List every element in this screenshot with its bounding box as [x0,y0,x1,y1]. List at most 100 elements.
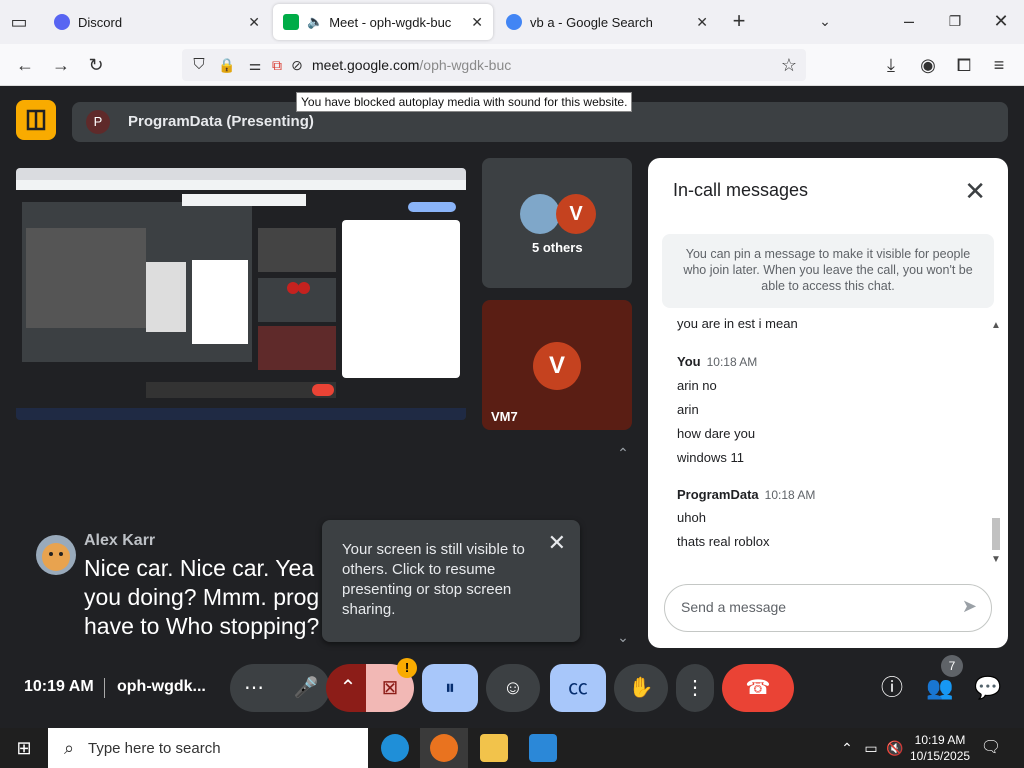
tab-label: Meet - oph-wgdk-buc [329,14,452,30]
tab-google-search[interactable]: vb a - Google Search ✕ [496,4,718,40]
url-text[interactable]: meet.google.com/oph-wgdk-buc [312,57,511,73]
scroll-thumb[interactable] [992,518,1000,550]
others-tile[interactable]: V 5 others [482,158,632,288]
lock-icon[interactable]: 🔒 [216,54,238,76]
camera-off-icon: ⊠ [381,677,399,699]
chevron-up-icon[interactable]: ⌃ [836,737,858,759]
others-label: 5 others [532,240,583,255]
app-icon[interactable] [529,734,557,762]
message-line: you are in est i mean [677,316,798,331]
permissions-icon[interactable]: ⚌ [244,54,266,76]
send-icon[interactable]: ➤ [962,596,977,617]
close-icon[interactable]: ✕ [964,176,986,207]
discord-icon [54,14,70,30]
back-icon[interactable]: ← [14,54,36,76]
browser-nav-bar: ← → ↻ ⛉ 🔒 ⚌ ⧉ ⊘ meet.google.com/oph-wgdk… [0,44,1024,86]
message-compose: ➤ [664,584,992,632]
more-audio-options-button[interactable]: ⋯ 🎤 [230,664,330,712]
leave-call-button[interactable]: ☎ [722,664,794,712]
forward-icon[interactable]: → [50,54,72,76]
emoji-icon: ☺ [502,677,524,699]
tab-label: Discord [78,14,123,30]
caption-speaker: Alex Karr [84,532,156,549]
shield-icon[interactable]: ⛉ [188,54,210,76]
account-icon[interactable]: ◉ [917,54,939,76]
more-options-button[interactable]: ⋮ [676,664,714,712]
active-app-indicator [420,728,468,768]
others-avatar-v: V [556,194,596,234]
tab-label: vb a - Google Search [530,14,653,30]
meeting-time: 10:19 AM [24,678,94,695]
tab-overview-icon[interactable]: ▭ [8,11,30,33]
meeting-info-icon[interactable]: ⓘ [878,674,906,702]
windows-start-icon[interactable]: ⊞ [13,737,35,759]
vm7-name: VM7 [491,409,518,424]
bookmark-star-icon[interactable]: ☆ [778,54,800,76]
screen-share-indicator-icon[interactable]: ⧉ [266,54,288,76]
search-icon: ⌕ [63,738,75,758]
captions-icon: ㏄ [568,677,588,699]
sender-name: ProgramData [677,487,759,502]
chat-icon[interactable]: 💬 [974,674,1002,702]
notice-text: Your screen is still visible to others. … [342,541,525,618]
warning-icon: ! [397,658,417,678]
shared-screen-preview [16,168,466,420]
maximize-icon[interactable]: ❐ [944,10,966,32]
minimize-icon[interactable]: – [898,10,920,32]
message-input[interactable] [681,599,931,615]
network-icon[interactable]: ▭ [860,737,882,759]
volume-muted-icon[interactable]: 🔇 [884,737,906,759]
notifications-icon[interactable]: 🗨 [980,737,1002,759]
tab-meet[interactable]: 🔈 Meet - oph-wgdk-buc ✕ [273,4,493,40]
in-call-messages-panel: In-call messages ✕ You can pin a message… [648,158,1008,648]
message-line: thats real roblox [677,534,770,549]
message-line: how dare you [677,426,756,441]
edge-icon[interactable] [381,734,409,762]
tab-discord[interactable]: Discord ✕ [44,4,270,40]
chat-scrollbar[interactable]: ▲ ▼ [990,320,1002,566]
url-bar[interactable]: ⛉ 🔒 ⚌ ⧉ ⊘ meet.google.com/oph-wgdk-buc ☆ [182,49,806,81]
close-icon[interactable]: ✕ [548,530,566,556]
chevron-down-icon[interactable]: ⌄ [612,626,634,648]
panel-title: In-call messages [673,180,809,200]
google-icon [506,14,522,30]
menu-icon[interactable]: ≡ [988,54,1010,76]
file-explorer-icon[interactable] [480,734,508,762]
reload-icon[interactable]: ↻ [85,54,107,76]
sender-name: You [677,354,701,369]
raise-hand-button[interactable]: ✋ [614,664,668,712]
presenter-avatar: P [86,110,110,134]
chevron-down-icon[interactable]: ⌄ [814,10,836,32]
windows-taskbar: ⊞ ⌕ Type here to search ⌃ ▭ 🔇 10:19 AM 1… [0,728,1024,768]
meet-logo-icon[interactable] [16,100,56,140]
close-icon[interactable]: ✕ [471,14,483,31]
scroll-down-icon[interactable]: ▼ [990,554,1002,565]
window-close-icon[interactable]: ✕ [990,10,1012,32]
download-icon[interactable]: ⤓ [880,54,902,76]
message-list: you are in est i mean You 10:18 AM arin n… [648,314,988,564]
message-sender: You 10:18 AM [677,354,757,369]
browser-tab-bar: ▭ Discord ✕ 🔈 Meet - oph-wgdk-buc ✕ vb a… [0,0,1024,44]
others-avatar [520,194,560,234]
people-icon[interactable]: 👥 [926,674,954,702]
autoplay-blocked-icon[interactable]: ⊘ [286,54,308,76]
message-line: arin no [677,378,717,393]
message-time: 10:18 AM [764,488,816,502]
scroll-up-icon[interactable]: ▲ [990,320,1002,331]
close-icon[interactable]: ✕ [696,14,708,31]
chevron-up-icon[interactable]: ⌃ [612,442,634,464]
extensions-icon[interactable]: ⧠ [953,54,975,76]
hang-up-icon: ☎ [745,677,771,699]
video-options-button[interactable]: ⌃ [326,664,370,712]
close-icon[interactable]: ✕ [248,14,260,31]
taskbar-clock[interactable]: 10:19 AM 10/15/2025 [910,732,970,764]
vm7-tile[interactable]: V VM7 [482,300,632,430]
present-button[interactable]: ⏸ [422,664,478,712]
speaker-avatar [36,535,76,575]
meet-main: P ProgramData (Presenting) V 5 others V … [0,86,1024,722]
new-tab-icon[interactable]: + [728,10,750,32]
reactions-button[interactable]: ☺ [486,664,540,712]
taskbar-time: 10:19 AM [914,733,966,747]
taskbar-search[interactable]: ⌕ Type here to search [48,728,368,768]
captions-button[interactable]: ㏄ [550,664,606,712]
